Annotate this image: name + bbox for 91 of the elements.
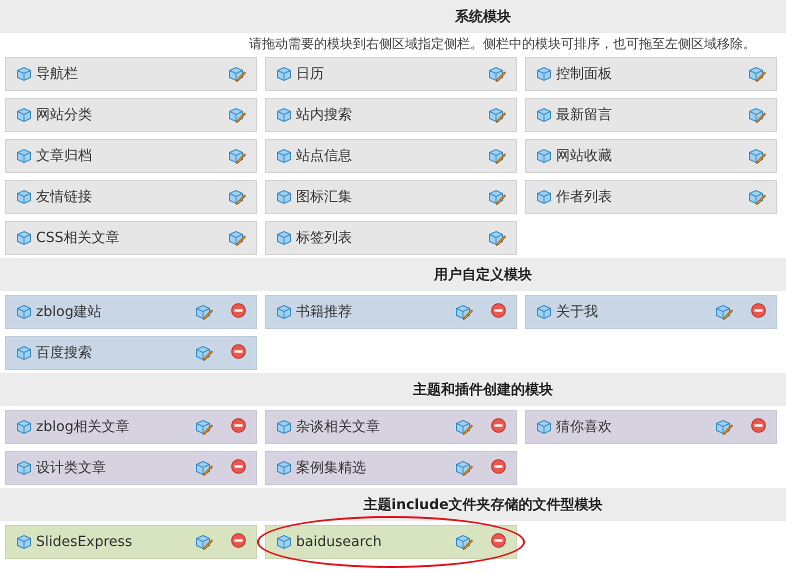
cube-icon	[16, 66, 32, 82]
section-title: 主题include文件夹存储的文件型模块	[363, 496, 603, 514]
cube-icon	[276, 419, 292, 435]
delete-icon[interactable]	[231, 418, 246, 432]
cube-icon	[276, 148, 292, 164]
module-card[interactable]: 书籍推荐	[265, 295, 517, 329]
edit-icon[interactable]	[455, 418, 473, 436]
edit-icon[interactable]	[748, 66, 766, 82]
edit-icon[interactable]	[715, 304, 733, 320]
delete-icon[interactable]	[231, 458, 246, 474]
edit-icon[interactable]	[488, 66, 506, 82]
cube-icon	[536, 304, 552, 320]
module-card[interactable]: 文章归档	[5, 139, 257, 173]
delete-icon[interactable]	[751, 418, 766, 432]
module-card[interactable]: 网站分类	[5, 98, 257, 132]
cube-icon	[16, 107, 32, 123]
delete-icon[interactable]	[231, 302, 246, 318]
edit-icon[interactable]	[455, 534, 473, 550]
edit-icon[interactable]	[228, 230, 246, 246]
edit-icon[interactable]	[488, 106, 506, 124]
edit-icon[interactable]	[195, 344, 213, 362]
cube-icon	[276, 534, 292, 550]
cube-icon	[536, 189, 552, 205]
delete-icon[interactable]	[491, 532, 506, 548]
cube-icon	[276, 304, 292, 320]
delete-icon[interactable]	[231, 532, 246, 548]
cube-icon	[16, 460, 32, 476]
module-card[interactable]: baidusearch	[265, 525, 517, 559]
module-card[interactable]: zblog建站	[5, 295, 257, 329]
module-card[interactable]: 案例集精选	[265, 451, 517, 485]
edit-icon[interactable]	[455, 304, 473, 320]
delete-icon[interactable]	[231, 344, 246, 358]
cube-icon	[16, 189, 32, 205]
module-card[interactable]: 杂谈相关文章	[265, 410, 517, 444]
module-card[interactable]: 作者列表	[525, 180, 777, 214]
edit-icon[interactable]	[228, 188, 246, 206]
edit-icon[interactable]	[748, 188, 766, 206]
edit-icon[interactable]	[228, 106, 246, 124]
edit-icon[interactable]	[488, 148, 506, 164]
delete-icon[interactable]	[491, 458, 506, 474]
edit-icon[interactable]	[228, 66, 246, 82]
module-card[interactable]: 控制面板	[525, 57, 777, 91]
edit-icon[interactable]	[195, 460, 213, 476]
module-card[interactable]: CSS相关文章	[5, 221, 257, 255]
cube-icon	[536, 148, 552, 164]
edit-icon[interactable]	[195, 534, 213, 550]
edit-icon[interactable]	[715, 418, 733, 436]
module-card[interactable]: 图标汇集	[265, 180, 517, 214]
edit-icon[interactable]	[455, 460, 473, 476]
module-card[interactable]: 百度搜索	[5, 336, 257, 370]
section-title: 用户自定义模块	[434, 266, 532, 284]
cube-icon	[16, 304, 32, 320]
cube-icon	[536, 107, 552, 123]
cube-icon	[16, 230, 32, 246]
cube-icon	[276, 107, 292, 123]
module-card[interactable]: 站内搜索	[265, 98, 517, 132]
section-title: 主题和插件创建的模块	[413, 380, 553, 398]
delete-icon[interactable]	[751, 302, 766, 318]
edit-icon[interactable]	[488, 230, 506, 246]
delete-icon[interactable]	[491, 418, 506, 432]
module-card[interactable]: 导航栏	[5, 57, 257, 91]
cube-icon	[276, 230, 292, 246]
section-title: 系统模块	[455, 8, 511, 26]
module-card[interactable]: 友情链接	[5, 180, 257, 214]
edit-icon[interactable]	[748, 148, 766, 164]
module-card[interactable]: 网站收藏	[525, 139, 777, 173]
cube-icon	[16, 534, 32, 550]
module-card[interactable]: 站点信息	[265, 139, 517, 173]
cube-icon	[16, 148, 32, 164]
cube-icon	[16, 419, 32, 435]
cube-icon	[536, 66, 552, 82]
module-card[interactable]: 最新留言	[525, 98, 777, 132]
cube-icon	[16, 345, 32, 361]
module-card[interactable]: 设计类文章	[5, 451, 257, 485]
delete-icon[interactable]	[491, 302, 506, 318]
module-card[interactable]: 标签列表	[265, 221, 517, 255]
cube-icon	[276, 66, 292, 82]
instruction-text: 请拖动需要的模块到右侧区域指定侧栏。侧栏中的模块可排序，也可拖至左侧区域移除。	[248, 36, 757, 53]
edit-icon[interactable]	[488, 188, 506, 206]
module-card[interactable]: 关于我	[525, 295, 777, 329]
cube-icon	[276, 189, 292, 205]
cube-icon	[276, 460, 292, 476]
edit-icon[interactable]	[195, 304, 213, 320]
module-card[interactable]: 日历	[265, 57, 517, 91]
cube-icon	[536, 419, 552, 435]
module-card[interactable]: zblog相关文章	[5, 410, 257, 444]
module-card[interactable]: 猜你喜欢	[525, 410, 777, 444]
edit-icon[interactable]	[748, 106, 766, 124]
edit-icon[interactable]	[228, 148, 246, 164]
edit-icon[interactable]	[195, 418, 213, 436]
module-card[interactable]: SlidesExpress	[5, 525, 257, 559]
